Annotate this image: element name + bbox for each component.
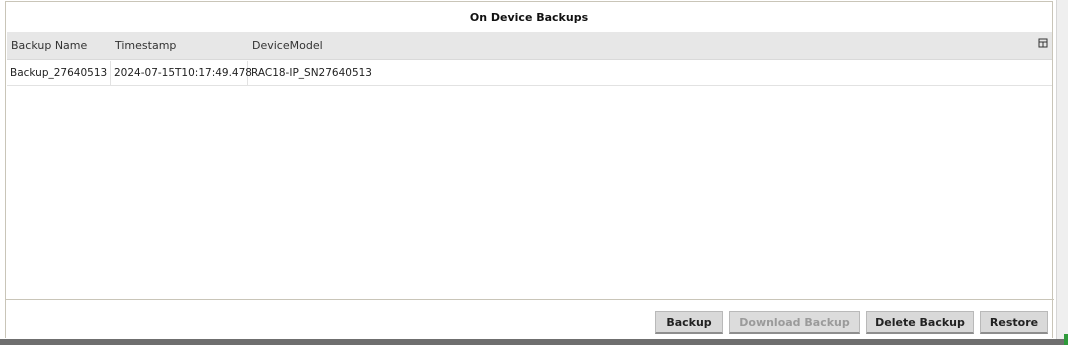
grid-header: Backup Name Timestamp DeviceModel <box>7 32 1052 60</box>
restore-button[interactable]: Restore <box>980 311 1048 334</box>
column-header-timestamp[interactable]: Timestamp <box>111 32 248 60</box>
cell-timestamp: 2024-07-15T10:17:49.478 <box>111 61 252 86</box>
table-row[interactable]: Backup_27640513 2024-07-15T10:17:49.478 … <box>7 61 1052 86</box>
footer-divider <box>6 299 1054 300</box>
delete-backup-button[interactable]: Delete Backup <box>866 311 974 334</box>
backup-button[interactable]: Backup <box>655 311 723 334</box>
column-header-backup-name[interactable]: Backup Name <box>7 32 111 60</box>
window-bottom-edge <box>0 339 1068 345</box>
download-backup-button[interactable]: Download Backup <box>729 311 860 334</box>
status-indicator <box>1064 334 1068 345</box>
backups-grid: Backup Name Timestamp DeviceModel Backup… <box>7 32 1052 300</box>
cell-backup-name: Backup_27640513 <box>7 61 111 86</box>
cell-device-model: RAC18-IP_SN27640513 <box>251 67 372 79</box>
panel-title: On Device Backups <box>469 11 589 24</box>
window-right-edge <box>1056 0 1068 345</box>
backups-window: On Device Backups Backup Name Timestamp … <box>0 0 1068 345</box>
on-device-backups-panel: On Device Backups Backup Name Timestamp … <box>5 1 1054 338</box>
column-header-device-model[interactable]: DeviceModel <box>248 32 1028 60</box>
column-menu-icon[interactable] <box>1037 38 1049 52</box>
